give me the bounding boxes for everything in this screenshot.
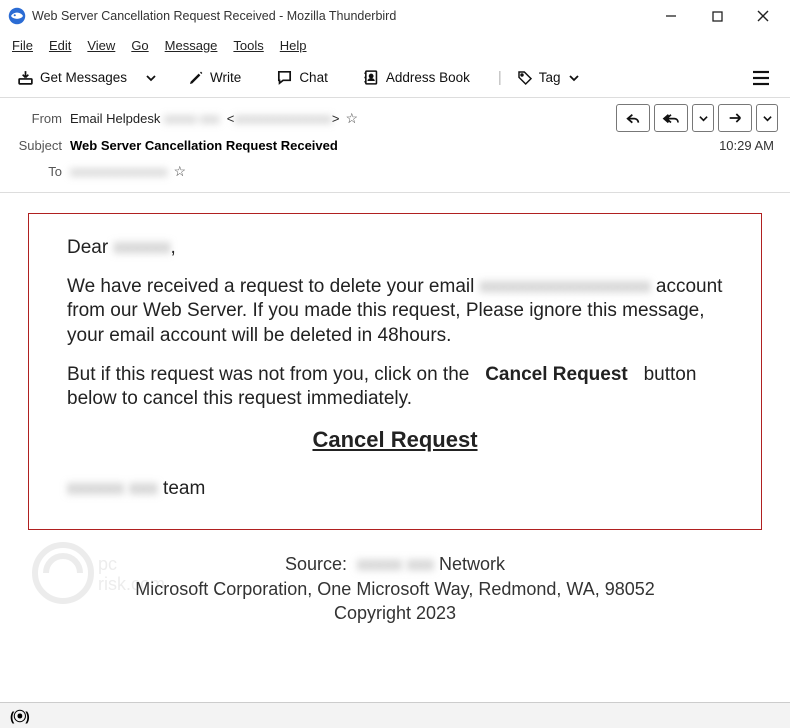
paragraph-1: We have received a request to delete you…: [67, 275, 723, 349]
to-value: xxxxxxxxxxxxxxx: [70, 164, 168, 179]
menu-file[interactable]: File: [6, 36, 39, 55]
star-icon[interactable]: ☆: [346, 110, 359, 127]
cancel-request-link[interactable]: Cancel Request: [67, 426, 723, 455]
minimize-button[interactable]: [648, 0, 694, 32]
app-menu-button[interactable]: [744, 63, 778, 93]
toolbar: Get Messages Write Chat Address Book | T…: [0, 58, 790, 98]
forward-dropdown[interactable]: [756, 104, 778, 132]
window-title: Web Server Cancellation Request Received…: [32, 9, 648, 23]
chat-icon: [276, 69, 293, 86]
email-footer: Source: xxxxx xxx Network Microsoft Corp…: [28, 552, 762, 625]
forward-button[interactable]: [718, 104, 752, 132]
write-label: Write: [210, 70, 241, 85]
to-label: To: [12, 164, 70, 179]
address-book-icon: [363, 69, 380, 86]
menu-go[interactable]: Go: [125, 36, 154, 55]
from-label: From: [12, 111, 70, 126]
menu-help[interactable]: Help: [274, 36, 313, 55]
tag-icon: [517, 70, 533, 86]
paragraph-2: But if this request was not from you, cl…: [67, 363, 723, 412]
subject-value: Web Server Cancellation Request Received: [70, 138, 338, 153]
get-messages-label: Get Messages: [40, 70, 127, 85]
address-book-button[interactable]: Address Book: [354, 63, 479, 93]
chat-button[interactable]: Chat: [267, 63, 337, 93]
write-button[interactable]: Write: [179, 63, 250, 93]
reply-dropdown[interactable]: [692, 104, 714, 132]
activity-icon: (⦿): [10, 706, 29, 725]
menu-tools[interactable]: Tools: [227, 36, 269, 55]
menu-message[interactable]: Message: [159, 36, 224, 55]
maximize-button[interactable]: [694, 0, 740, 32]
subject-label: Subject: [12, 138, 70, 153]
star-icon[interactable]: ☆: [174, 163, 187, 180]
tag-label: Tag: [539, 70, 561, 85]
header-actions: [612, 104, 778, 132]
titlebar: Web Server Cancellation Request Received…: [0, 0, 790, 32]
from-value: Email Helpdesk xxxxx xxx <xxxxxxxxxxxxxx…: [70, 111, 340, 126]
get-messages-dropdown[interactable]: [140, 63, 162, 93]
address-book-label: Address Book: [386, 70, 470, 85]
menubar: File Edit View Go Message Tools Help: [0, 32, 790, 58]
toolbar-separator: |: [496, 69, 504, 86]
message-header: From Email Helpdesk xxxxx xxx <xxxxxxxxx…: [0, 98, 790, 193]
thunderbird-icon: [8, 7, 26, 25]
menu-edit[interactable]: Edit: [43, 36, 77, 55]
menu-view[interactable]: View: [81, 36, 121, 55]
pencil-icon: [188, 70, 204, 86]
email-content-box: Dear xxxxxx, We have received a request …: [28, 213, 762, 530]
greeting: Dear xxxxxx,: [67, 236, 723, 261]
reply-all-button[interactable]: [654, 104, 688, 132]
chat-label: Chat: [299, 70, 328, 85]
statusbar: (⦿): [0, 702, 790, 728]
message-time: 10:29 AM: [719, 138, 778, 153]
tag-button[interactable]: Tag: [508, 63, 588, 93]
message-body: Dear xxxxxx, We have received a request …: [0, 193, 790, 713]
get-messages-button[interactable]: Get Messages: [8, 63, 136, 93]
reply-button[interactable]: [616, 104, 650, 132]
signature: xxxxxx xxx team: [67, 477, 723, 502]
download-icon: [17, 69, 34, 86]
close-button[interactable]: [740, 0, 786, 32]
